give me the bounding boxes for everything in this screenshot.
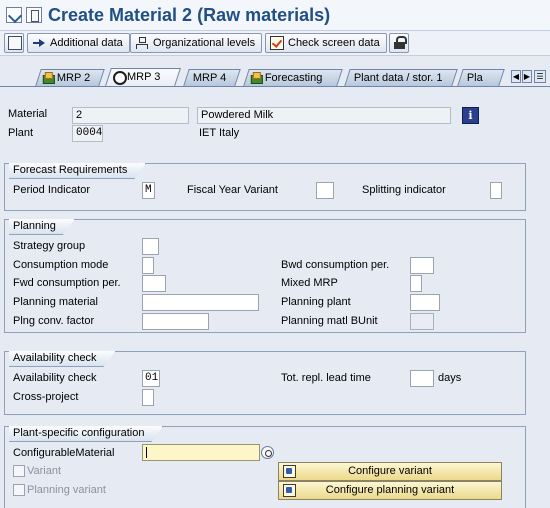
configure-variant-label: Configure variant: [348, 465, 432, 477]
org-levels-button[interactable]: Organizational levels: [130, 33, 263, 53]
mixed-mrp-label: Mixed MRP: [281, 277, 338, 289]
consumption-mode-label: Consumption mode: [13, 259, 109, 271]
search-help-icon[interactable]: [261, 446, 274, 459]
strategy-group-field[interactable]: [142, 238, 159, 255]
material-field[interactable]: 2: [72, 107, 189, 124]
plant-config-title: Plant-specific configuration: [9, 426, 163, 442]
plant-description: IET Italy: [199, 127, 240, 139]
forecast-requirements-title: Forecast Requirements: [9, 163, 146, 179]
plng-conv-factor-field[interactable]: [142, 313, 209, 330]
fwd-consumption-field[interactable]: [142, 275, 166, 292]
document-icon[interactable]: [26, 7, 42, 23]
plng-conv-factor-label: Plng conv. factor: [13, 315, 95, 327]
page-title: Create Material 2 (Raw materials): [48, 5, 331, 25]
arrow-right-icon: [32, 36, 46, 50]
additional-data-button[interactable]: Additional data: [27, 33, 130, 53]
planning-title: Planning: [9, 219, 75, 235]
bwd-consumption-field[interactable]: [410, 257, 434, 274]
tab-mrp3[interactable]: MRP 3: [105, 68, 181, 86]
mixed-mrp-field[interactable]: [410, 275, 422, 292]
material-label: Material: [8, 108, 48, 120]
title-bar: Create Material 2 (Raw materials): [0, 0, 550, 31]
tab-forecasting-label: Forecasting: [264, 72, 323, 84]
fiscal-year-variant-field[interactable]: [316, 182, 334, 199]
org-hierarchy-icon: [135, 36, 149, 50]
fwd-consumption-label: Fwd consumption per.: [13, 277, 121, 289]
strategy-group-label: Strategy group: [13, 240, 86, 252]
text-cursor: [146, 447, 147, 458]
tab-strip: MRP 2 MRP 3 MRP 4 Forecasting Plant data…: [0, 68, 550, 86]
lock-button[interactable]: [389, 33, 409, 53]
cross-project-label: Cross-project: [13, 391, 79, 403]
availability-check-label: Availability check: [13, 372, 97, 384]
planning-variant-label: Planning variant: [27, 484, 106, 496]
plant-config-group: Plant-specific configuration Configurabl…: [4, 426, 526, 508]
planning-variant-checkbox: [13, 484, 25, 496]
configure-variant-button[interactable]: Configure variant: [278, 462, 502, 481]
cross-project-field[interactable]: [142, 389, 154, 406]
info-icon[interactable]: i: [462, 107, 479, 124]
additional-data-label: Additional data: [50, 37, 123, 49]
planning-matl-bunit-label: Planning matl BUnit: [281, 315, 378, 327]
splitting-indicator-field[interactable]: [490, 182, 502, 199]
configurable-material-label: ConfigurableMaterial: [13, 447, 115, 459]
overview-button[interactable]: [4, 33, 24, 53]
tab-forecasting[interactable]: Forecasting: [243, 69, 343, 86]
plant-label: Plant: [8, 127, 34, 139]
tab-plant-more-label: Pla: [466, 72, 483, 84]
availability-check-title: Availability check: [9, 351, 116, 367]
configure-planning-variant-button[interactable]: Configure planning variant: [278, 481, 502, 500]
variant-checkbox: [13, 465, 25, 477]
tab-plant-data-stor1[interactable]: Plant data / stor. 1: [344, 69, 458, 86]
tab-mrp4-label: MRP 4: [192, 72, 227, 84]
material-description-field[interactable]: Powdered Milk: [197, 107, 451, 124]
period-indicator-field[interactable]: M: [142, 182, 155, 199]
tab-mrp2[interactable]: MRP 2: [35, 69, 105, 86]
planning-plant-label: Planning plant: [281, 296, 351, 308]
period-indicator-label: Period Indicator: [13, 184, 91, 196]
check-screen-data-button[interactable]: Check screen data: [265, 33, 387, 53]
bwd-consumption-label: Bwd consumption per.: [281, 259, 390, 271]
tot-repl-lead-time-field[interactable]: [410, 370, 434, 387]
consumption-mode-field[interactable]: [142, 257, 154, 274]
configure-icon: [283, 465, 296, 478]
tab-scroll-right-button[interactable]: ▶: [522, 70, 532, 83]
variant-label: Variant: [27, 465, 62, 477]
tot-repl-lead-time-label: Tot. repl. lead time: [281, 372, 371, 384]
splitting-indicator-label: Splitting indicator: [362, 184, 446, 196]
tab-mrp4[interactable]: MRP 4: [183, 69, 241, 86]
overview-icon: [8, 36, 22, 50]
tab-plant-data-label: Plant data / stor. 1: [353, 72, 443, 84]
tab-content: Material 2 Powdered Milk i Plant 0004 IE…: [0, 86, 550, 508]
plant-field[interactable]: 0004: [72, 125, 103, 142]
fiscal-year-variant-label: Fiscal Year Variant: [187, 184, 278, 196]
availability-check-field[interactable]: 01: [142, 370, 160, 387]
org-levels-label: Organizational levels: [153, 37, 256, 49]
planning-material-field[interactable]: [142, 294, 259, 311]
planning-matl-bunit-field: [410, 313, 434, 330]
tab-plant-more[interactable]: Pla: [457, 69, 505, 86]
check-icon[interactable]: [6, 7, 22, 23]
availability-check-group: Availability check Availability check 01…: [4, 351, 526, 415]
configure-planning-variant-label: Configure planning variant: [325, 484, 455, 496]
configurable-material-field[interactable]: [142, 444, 260, 461]
tab-scroll-left-button[interactable]: ◀: [511, 70, 521, 83]
planning-material-label: Planning material: [13, 296, 98, 308]
tab-list-button[interactable]: ☰: [534, 70, 546, 83]
check-screen-data-label: Check screen data: [288, 37, 380, 49]
tab-mrp3-label: MRP 3: [127, 71, 161, 83]
application-toolbar: Additional data Organizational levels Ch…: [0, 31, 550, 56]
days-unit-label: days: [438, 372, 462, 384]
check-screen-icon: [270, 36, 284, 50]
planning-group: Planning Strategy group Consumption mode…: [4, 219, 526, 333]
configure-icon: [283, 484, 296, 497]
tab-mrp2-label: MRP 2: [56, 72, 91, 84]
lock-icon: [393, 36, 407, 50]
forecast-requirements-group: Forecast Requirements Period Indicator M…: [4, 163, 526, 211]
planning-plant-field[interactable]: [410, 294, 440, 311]
